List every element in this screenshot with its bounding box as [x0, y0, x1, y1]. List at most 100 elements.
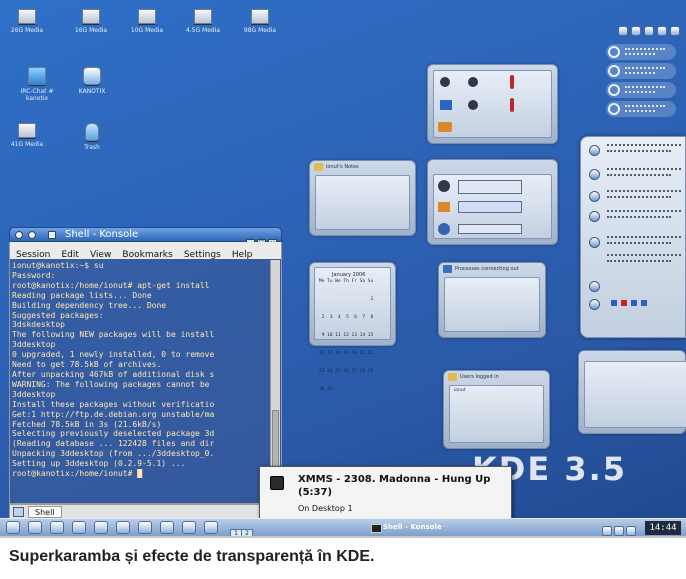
play-icon[interactable]: [631, 300, 637, 306]
ring-icon: [608, 65, 620, 77]
home-folder-icon[interactable]: [94, 521, 108, 534]
users-title: Users logged in: [460, 374, 499, 380]
notes-icon: [314, 163, 323, 171]
taskbar-task-konsole[interactable]: Shell - Konsole: [369, 521, 499, 535]
clock-icon: [589, 145, 600, 156]
desktop-icon-trash[interactable]: Trash: [65, 123, 119, 151]
sticky-icon[interactable]: [28, 231, 36, 239]
terminal-line: ionut@kanotix:~$ su: [12, 261, 104, 270]
desktop-icon-label: 98G Media: [243, 27, 277, 34]
desktop-icon-4-5g-media[interactable]: 4.5G Media: [176, 9, 230, 34]
taskbar: 12 34 Shell - Konsole 14:44: [0, 518, 686, 536]
xmms-icon: [270, 476, 284, 490]
terminal-area[interactable]: ionut@kanotix:~$ su Password: root@kanot…: [9, 259, 282, 504]
users-widget[interactable]: Users logged in ionut: [443, 370, 550, 449]
window-menu-icon[interactable]: [15, 231, 23, 239]
konsole-titlebar[interactable]: Shell - Konsole _□×: [9, 227, 282, 248]
terminal-line: Install these packages without verificat…: [12, 399, 215, 409]
toolbar-icon[interactable]: [657, 26, 667, 36]
terminal-line: Building dependency tree... Done: [12, 300, 167, 310]
toolbar-icon[interactable]: [644, 26, 654, 36]
konsole-window[interactable]: Shell - Konsole _□× Session Edit View Bo…: [9, 227, 282, 519]
sysinfo-text: [607, 254, 681, 257]
terminal-line: root@kanotix:/home/ionut# apt-get instal…: [12, 280, 210, 290]
calendar-row: 1: [319, 297, 374, 302]
sysinfo-row: [589, 279, 681, 297]
hard-drive-icon: [138, 9, 156, 24]
terminal-line: Suggested packages:: [12, 310, 104, 320]
tray-icon[interactable]: [626, 526, 636, 536]
desktop-icon-kanotix[interactable]: KANOTIX: [65, 67, 119, 95]
desktop-icon-irc-chat[interactable]: IRC-Chat # kanotix: [10, 67, 64, 102]
terminal-line: Password:: [12, 270, 56, 280]
kontrol-icon[interactable]: [160, 521, 174, 534]
ring-icon: [608, 103, 620, 115]
firefox-icon[interactable]: [138, 521, 152, 534]
clock[interactable]: 14:44: [645, 521, 681, 535]
show-desktop-icon[interactable]: [28, 521, 42, 534]
trash-icon: [85, 123, 99, 141]
tray-icon[interactable]: [602, 526, 612, 536]
terminal-line: The following NEW packages will be insta…: [12, 330, 215, 340]
memory-icon: [589, 191, 600, 202]
network-graph: [458, 180, 522, 194]
extra-panel: [584, 361, 686, 428]
ring-monitor: [606, 82, 676, 98]
kopete-icon[interactable]: [204, 521, 218, 534]
fan-icon: [468, 77, 478, 87]
desktop: 26G Media 16G Media 10G Media 4.5G Media…: [0, 0, 686, 536]
terminal-icon[interactable]: [116, 521, 130, 534]
xmms-desktop-label: On Desktop 1: [298, 504, 353, 513]
disk-icon: [589, 237, 600, 248]
toolbar-icon[interactable]: [670, 26, 680, 36]
terminal-line: 0 upgraded, 1 newly installed, 0 to remo…: [12, 350, 215, 360]
toolbar-icon[interactable]: [618, 26, 628, 36]
previous-icon[interactable]: [611, 300, 617, 306]
sysinfo-text: [607, 174, 671, 177]
network-graph-widget[interactable]: [427, 159, 558, 245]
thermometer-icon: [510, 98, 514, 112]
sysinfo-text: [607, 168, 681, 171]
processes-widget[interactable]: Processes connecting out: [438, 262, 546, 338]
tray-icon[interactable]: [614, 526, 624, 536]
desktop-icon-16g-media[interactable]: 16G Media: [64, 9, 118, 34]
ring-text: [625, 48, 665, 50]
xmms-notification[interactable]: XMMS - 2308. Madonna - Hung Up (5:37) On…: [259, 466, 512, 522]
users-entry: ionut: [454, 388, 466, 393]
toolbar-icon[interactable]: [631, 26, 641, 36]
desktop-icon-98g-media[interactable]: 98G Media: [233, 9, 287, 34]
notes-widget[interactable]: ionut's Notes: [309, 160, 416, 236]
sysinfo-text: [607, 236, 681, 239]
new-session-icon[interactable]: [13, 507, 24, 517]
pager-desktop-2[interactable]: 2: [241, 529, 253, 536]
browser-icon[interactable]: [72, 521, 86, 534]
power-icon: [438, 122, 452, 132]
calendar-days-header: Mo Tu We Th Fr Sa Su: [319, 279, 374, 284]
notes-area[interactable]: [315, 175, 410, 230]
xmms-track-title: XMMS - 2308. Madonna - Hung Up (5:37): [298, 474, 491, 498]
irc-chat-icon: [28, 67, 46, 85]
k-menu-icon[interactable]: [6, 521, 20, 534]
stop-icon[interactable]: [621, 300, 627, 306]
desktop-icon-10g-media[interactable]: 10G Media: [120, 9, 174, 34]
cpu-icon: [589, 169, 600, 180]
next-icon[interactable]: [641, 300, 647, 306]
calendar-row: 30 31: [319, 387, 333, 392]
notes-title: ionut's Notes: [326, 164, 359, 170]
terminal-line: Selecting previously deselected package …: [12, 429, 215, 439]
ring-text: [625, 91, 655, 93]
home-icon[interactable]: [50, 521, 64, 534]
desktop-icon-26g-media[interactable]: 26G Media: [0, 9, 54, 34]
kate-icon[interactable]: [182, 521, 196, 534]
desktop-icon-41g-media[interactable]: 41G Media: [0, 123, 54, 148]
tab-shell[interactable]: Shell: [28, 506, 62, 518]
calendar-widget[interactable]: January 2006 Mo Tu We Th Fr Sa Su 1 2 3 …: [309, 262, 396, 392]
sensors-widget[interactable]: [427, 64, 558, 144]
memory-icon: [440, 100, 452, 110]
terminal-output: ionut@kanotix:~$ su Password: root@kanot…: [12, 261, 267, 479]
terminal-line: Get:1 http://ftp.de.debian.org unstable/…: [12, 409, 215, 419]
sysinfo-text: [607, 260, 671, 263]
extra-widget[interactable]: [578, 350, 686, 434]
disk-bar: [458, 224, 522, 234]
terminal-line: 3ddesktop: [12, 389, 56, 399]
